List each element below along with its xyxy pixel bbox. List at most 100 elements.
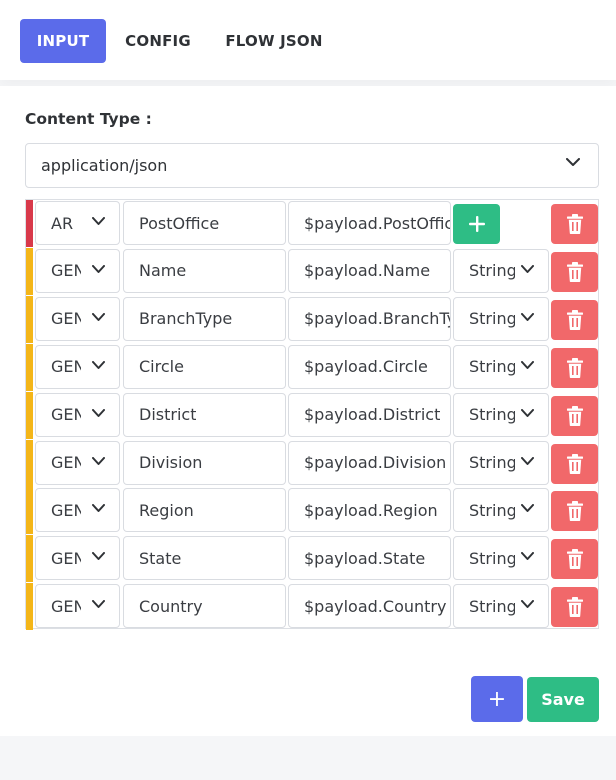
field-kind-value: GEN bbox=[51, 309, 81, 329]
field-name-value: District bbox=[139, 405, 197, 425]
field-path-input[interactable]: $payload.Name bbox=[288, 248, 451, 293]
field-datatype-value: String bbox=[469, 309, 515, 329]
field-name-input[interactable]: Country bbox=[123, 584, 286, 629]
field-path-input[interactable]: $payload.State bbox=[288, 536, 451, 581]
mapping-row: GEN Division $payload.Division String bbox=[26, 439, 598, 487]
field-datatype-select[interactable]: String bbox=[453, 584, 549, 629]
field-path-value: $payload.Name bbox=[304, 261, 431, 281]
field-kind-select[interactable]: GEN bbox=[35, 392, 120, 437]
delete-row-button[interactable] bbox=[551, 587, 598, 628]
field-kind-select[interactable]: GEN bbox=[35, 536, 120, 581]
field-kind-select[interactable]: AR bbox=[35, 201, 120, 245]
field-path-value: $payload.Country bbox=[304, 596, 447, 616]
chevron-down-icon bbox=[92, 552, 105, 561]
chevron-down-icon bbox=[521, 600, 534, 609]
delete-row-button[interactable] bbox=[551, 539, 598, 580]
plus-icon bbox=[468, 216, 485, 232]
field-name-input[interactable]: District bbox=[123, 392, 286, 437]
field-name-input[interactable]: Circle bbox=[123, 344, 286, 389]
input-panel: Content Type : application/json AR PostOf… bbox=[0, 86, 616, 736]
tab-input[interactable]: INPUT bbox=[20, 19, 106, 63]
field-kind-select[interactable]: GEN bbox=[35, 248, 120, 293]
field-kind-value: GEN bbox=[51, 500, 81, 520]
save-button[interactable]: Save bbox=[527, 677, 599, 722]
field-kind-select[interactable]: GEN bbox=[35, 584, 120, 629]
field-kind-value: AR bbox=[51, 213, 74, 233]
chevron-down-icon bbox=[521, 360, 534, 369]
field-datatype-select[interactable]: String bbox=[453, 536, 549, 581]
row-type-stripe bbox=[26, 391, 33, 439]
chevron-down-icon bbox=[92, 217, 105, 225]
field-datatype-select[interactable]: String bbox=[453, 344, 549, 389]
field-name-input[interactable]: Division bbox=[123, 440, 286, 485]
field-datatype-value: String bbox=[469, 596, 515, 616]
field-path-input[interactable]: $payload.BranchType bbox=[288, 296, 451, 341]
field-path-input[interactable]: $payload.PostOffice bbox=[288, 201, 451, 245]
mapping-row: GEN Circle $payload.Circle String bbox=[26, 343, 598, 391]
tab-config[interactable]: CONFIG bbox=[118, 19, 198, 63]
field-name-input[interactable]: Name bbox=[123, 248, 286, 293]
field-datatype-value: String bbox=[469, 357, 515, 377]
add-child-field-button[interactable] bbox=[453, 204, 500, 244]
field-kind-value: GEN bbox=[51, 405, 81, 425]
chevron-down-icon bbox=[92, 360, 105, 369]
field-kind-select[interactable]: GEN bbox=[35, 344, 120, 389]
delete-row-button[interactable] bbox=[551, 251, 598, 292]
trash-icon bbox=[566, 357, 583, 378]
content-type-select[interactable]: application/json bbox=[25, 143, 599, 188]
row-type-stripe bbox=[26, 535, 33, 583]
delete-row-button[interactable] bbox=[551, 395, 598, 436]
field-path-input[interactable]: $payload.Circle bbox=[288, 344, 451, 389]
field-kind-value: GEN bbox=[51, 453, 81, 472]
field-mapping-list: AR PostOffice $payload.PostOffice GEN Name $p… bbox=[25, 199, 599, 631]
mapping-row: GEN Region $payload.Region String bbox=[26, 487, 598, 535]
delete-row-button[interactable] bbox=[551, 347, 598, 388]
field-datatype-select[interactable]: String bbox=[453, 296, 549, 341]
field-name-input[interactable]: BranchType bbox=[123, 296, 286, 341]
chevron-down-icon bbox=[521, 264, 534, 273]
mapping-row: GEN District $payload.District String bbox=[26, 391, 598, 439]
field-kind-select[interactable]: GEN bbox=[35, 296, 120, 341]
field-datatype-value: String bbox=[469, 548, 515, 568]
delete-row-button[interactable] bbox=[551, 204, 598, 244]
row-type-stripe bbox=[26, 343, 33, 391]
tab-flow-json[interactable]: FLOW JSON bbox=[216, 19, 332, 63]
field-name-input[interactable]: State bbox=[123, 536, 286, 581]
field-name-input[interactable]: PostOffice bbox=[123, 201, 286, 245]
chevron-down-icon bbox=[521, 312, 534, 321]
mapping-row: GEN Name $payload.Name String bbox=[26, 247, 598, 295]
field-path-input[interactable]: $payload.District bbox=[288, 392, 451, 437]
field-path-value: $payload.District bbox=[304, 405, 441, 425]
field-datatype-select[interactable]: String bbox=[453, 248, 549, 293]
field-datatype-select[interactable]: String bbox=[453, 392, 549, 437]
field-kind-value: GEN bbox=[51, 261, 81, 281]
field-kind-select[interactable]: GEN bbox=[35, 488, 120, 533]
field-name-value: Country bbox=[139, 596, 203, 616]
chevron-down-icon bbox=[566, 158, 580, 166]
field-path-input[interactable]: $payload.Region bbox=[288, 488, 451, 533]
trash-icon bbox=[566, 501, 583, 522]
row-type-stripe bbox=[26, 439, 33, 487]
row-type-stripe bbox=[26, 487, 33, 535]
chevron-down-icon bbox=[92, 456, 105, 465]
content-type-value: application/json bbox=[41, 156, 168, 175]
field-kind-select[interactable]: GEN bbox=[35, 440, 120, 485]
field-name-value: BranchType bbox=[139, 309, 233, 329]
trash-icon bbox=[566, 453, 583, 474]
field-path-input[interactable]: $payload.Division bbox=[288, 440, 451, 485]
field-path-input[interactable]: $payload.Country bbox=[288, 584, 451, 629]
delete-row-button[interactable] bbox=[551, 299, 598, 340]
chevron-down-icon bbox=[92, 312, 105, 321]
chevron-down-icon bbox=[521, 408, 534, 417]
field-datatype-value: String bbox=[469, 261, 515, 281]
add-field-button[interactable]: + bbox=[471, 676, 523, 722]
delete-row-button[interactable] bbox=[551, 491, 598, 532]
delete-row-button[interactable] bbox=[551, 443, 598, 484]
field-name-value: PostOffice bbox=[139, 213, 220, 233]
field-datatype-select[interactable]: String bbox=[453, 440, 549, 485]
chevron-down-icon bbox=[521, 456, 534, 465]
field-datatype-value: String bbox=[469, 405, 515, 425]
field-datatype-select[interactable]: String bbox=[453, 488, 549, 533]
field-name-value: Name bbox=[139, 261, 187, 281]
field-name-input[interactable]: Region bbox=[123, 488, 286, 533]
